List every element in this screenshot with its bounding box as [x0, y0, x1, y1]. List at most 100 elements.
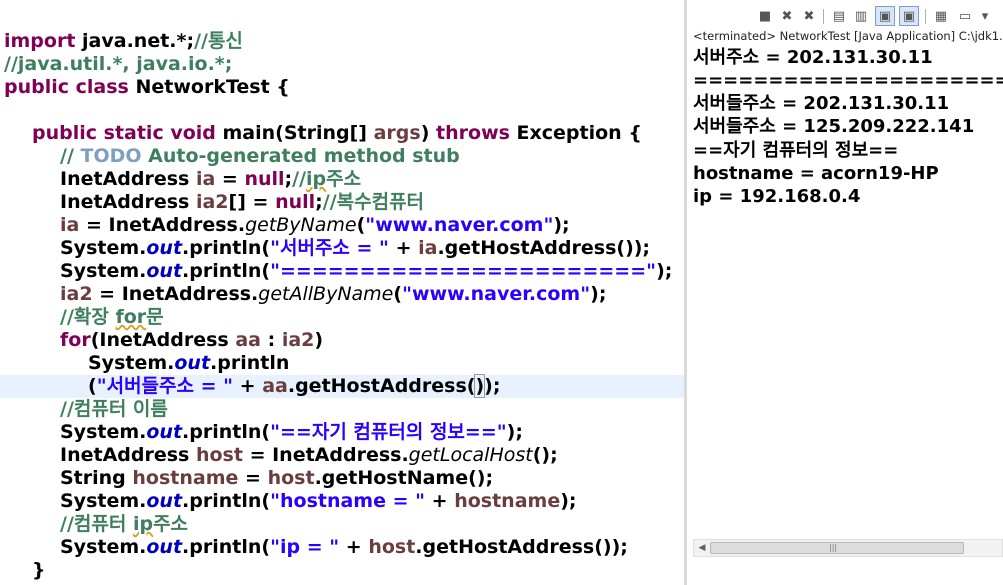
code-token: public [4, 76, 76, 98]
code-token: ia2 [195, 191, 229, 213]
code-token: // [60, 145, 81, 167]
code-token: System. [60, 237, 147, 259]
code-line[interactable]: System.out.println("hostname = " + hostn… [0, 490, 684, 513]
code-token: + [388, 237, 419, 259]
code-token: .getHostAddress()); [415, 536, 628, 558]
code-token: .println( [182, 237, 271, 259]
console-toolbar: ■ ✖ ✖ ▤ ▥ ▣ ▣ ▦ ▭ ▾ [687, 6, 1003, 28]
pin-console-icon[interactable]: ▦ [931, 6, 951, 26]
code-token: aa [262, 375, 288, 397]
code-token: 주소 [326, 168, 362, 190]
display-console-icon[interactable]: ▭ [955, 6, 975, 26]
remove-all-terminated-icon[interactable]: ✖ [799, 6, 819, 26]
code-token: out [174, 352, 211, 374]
view-menu-icon[interactable]: ▾ [975, 6, 995, 26]
code-line[interactable]: import java.net.*;//통신 [0, 30, 684, 53]
code-token: .println( [182, 536, 271, 558]
console-view: ■ ✖ ✖ ▤ ▥ ▣ ▣ ▦ ▭ ▾ <terminated> Network… [684, 0, 1003, 585]
code-token: java.net.*; [82, 30, 195, 52]
code-token: .getHostAddress()); [437, 237, 651, 259]
code-line[interactable]: public class NetworkTest { [0, 76, 684, 99]
code-line[interactable]: //확장 for문 [0, 306, 684, 329]
console-output-line: hostname = acorn19-HP [693, 163, 939, 184]
code-token: .getHostAddress( [287, 375, 476, 397]
code-token: aa [235, 329, 262, 351]
code-token: ) [474, 374, 486, 398]
code-token: ); [590, 283, 607, 305]
console-title: <terminated> NetworkTest [Java Applicati… [693, 29, 1003, 43]
code-token: ia [195, 168, 216, 190]
code-token: out [146, 490, 183, 512]
show-on-stdout-icon[interactable]: ▣ [875, 6, 895, 26]
code-line[interactable]: for(InetAddress aa : ia2) [0, 329, 684, 352]
code-line[interactable]: InetAddress ia2[] = null;//복수컴퓨터 [0, 191, 684, 214]
code-token: 주소 [153, 513, 189, 535]
show-on-stderr-icon[interactable]: ▣ [899, 6, 919, 26]
code-line[interactable]: //컴퓨터 이름 [0, 398, 684, 421]
code-line-current[interactable]: ("서버들주소 = " + aa.getHostAddress()); [0, 374, 684, 398]
code-line[interactable]: ia2 = InetAddress.getAllByName("www.nave… [0, 283, 684, 306]
code-token: + [425, 490, 455, 512]
code-token: ia2 [281, 329, 315, 351]
remove-launch-icon[interactable]: ✖ [777, 6, 797, 26]
code-token: System. [60, 490, 147, 512]
code-token: = InetAddress. [242, 444, 409, 466]
code-token: host [368, 536, 416, 558]
code-line[interactable]: //컴퓨터 ip주소 [0, 513, 684, 536]
console-output-line: ==자기 컴퓨터의 정보== [693, 140, 899, 161]
scroll-lock-icon[interactable]: ▤ [829, 6, 849, 26]
horizontal-scrollbar[interactable]: ◀ ||| [693, 539, 1003, 557]
code-line[interactable]: System.out.println("==자기 컴퓨터의 정보=="); [0, 421, 684, 444]
code-token: .getHostName(); [314, 467, 494, 489]
code-token: InetAddress [60, 191, 196, 213]
code-token: [] = [228, 191, 276, 213]
code-line[interactable]: System.out.println("ip = " + host.getHos… [0, 536, 684, 559]
code-token: hostname [454, 490, 561, 512]
code-token: //컴퓨터 [60, 513, 133, 535]
code-line[interactable]: System.out.println("====================… [0, 260, 684, 283]
code-line[interactable]: } [0, 559, 684, 582]
code-token: "==자기 컴퓨터의 정보==" [270, 421, 507, 443]
code-token: for [115, 306, 147, 328]
code-token: //확장 [60, 306, 116, 328]
code-line[interactable]: System.out.println("서버주소 = " + ia.getHos… [0, 237, 684, 260]
code-token: public [32, 122, 104, 144]
code-token: (); [532, 444, 558, 466]
code-token: "ip = " [270, 536, 340, 558]
code-line[interactable]: System.out.println [0, 352, 684, 375]
code-token: null [275, 191, 316, 213]
code-line[interactable]: InetAddress host = InetAddress.getLocalH… [0, 444, 684, 467]
code-token: getAllByName [258, 283, 394, 305]
code-token: ip [306, 168, 327, 190]
terminate-icon[interactable]: ■ [755, 6, 775, 26]
code-token: for [60, 329, 91, 351]
code-editor[interactable]: import java.net.*;//통신//java.util.*, jav… [0, 0, 684, 585]
code-token: .println( [182, 421, 271, 443]
code-line[interactable]: String hostname = host.getHostName(); [0, 467, 684, 490]
code-token: : [261, 329, 282, 351]
code-line[interactable]: //java.util.*, java.io.*; [0, 53, 684, 76]
code-token: getByName [245, 214, 357, 236]
code-token: "www.naver.com" [402, 283, 591, 305]
code-token: //java.util.*, java.io.*; [4, 53, 233, 75]
code-line[interactable]: // TODO Auto-generated method stub [0, 145, 684, 168]
scroll-left-arrow-icon[interactable]: ◀ [696, 542, 708, 554]
code-line[interactable]: public static void main(String[] args) t… [0, 122, 684, 145]
scrollbar-thumb[interactable]: ||| [710, 542, 964, 554]
code-token: hostname [132, 467, 239, 489]
code-token: System. [88, 352, 175, 374]
console-output-line: 서버들주소 = 202.131.30.11 [693, 93, 950, 114]
code-token: //컴퓨터 이름 [60, 398, 168, 420]
code-token: "=======================" [270, 260, 657, 282]
code-token: ia2 [60, 283, 93, 305]
code-line[interactable]: ia = InetAddress.getByName("www.naver.co… [0, 214, 684, 237]
code-line[interactable]: InetAddress ia = null;//ip주소 [0, 168, 684, 191]
console-output-line: 서버주소 = 202.131.30.11 [693, 47, 933, 68]
code-token: ia [418, 237, 438, 259]
word-wrap-icon[interactable]: ▥ [851, 6, 871, 26]
code-token: ); [484, 375, 501, 397]
code-token: throws [436, 122, 517, 144]
code-token: ia [60, 214, 80, 236]
code-token: "www.naver.com" [365, 214, 554, 236]
code-token: static [103, 122, 171, 144]
